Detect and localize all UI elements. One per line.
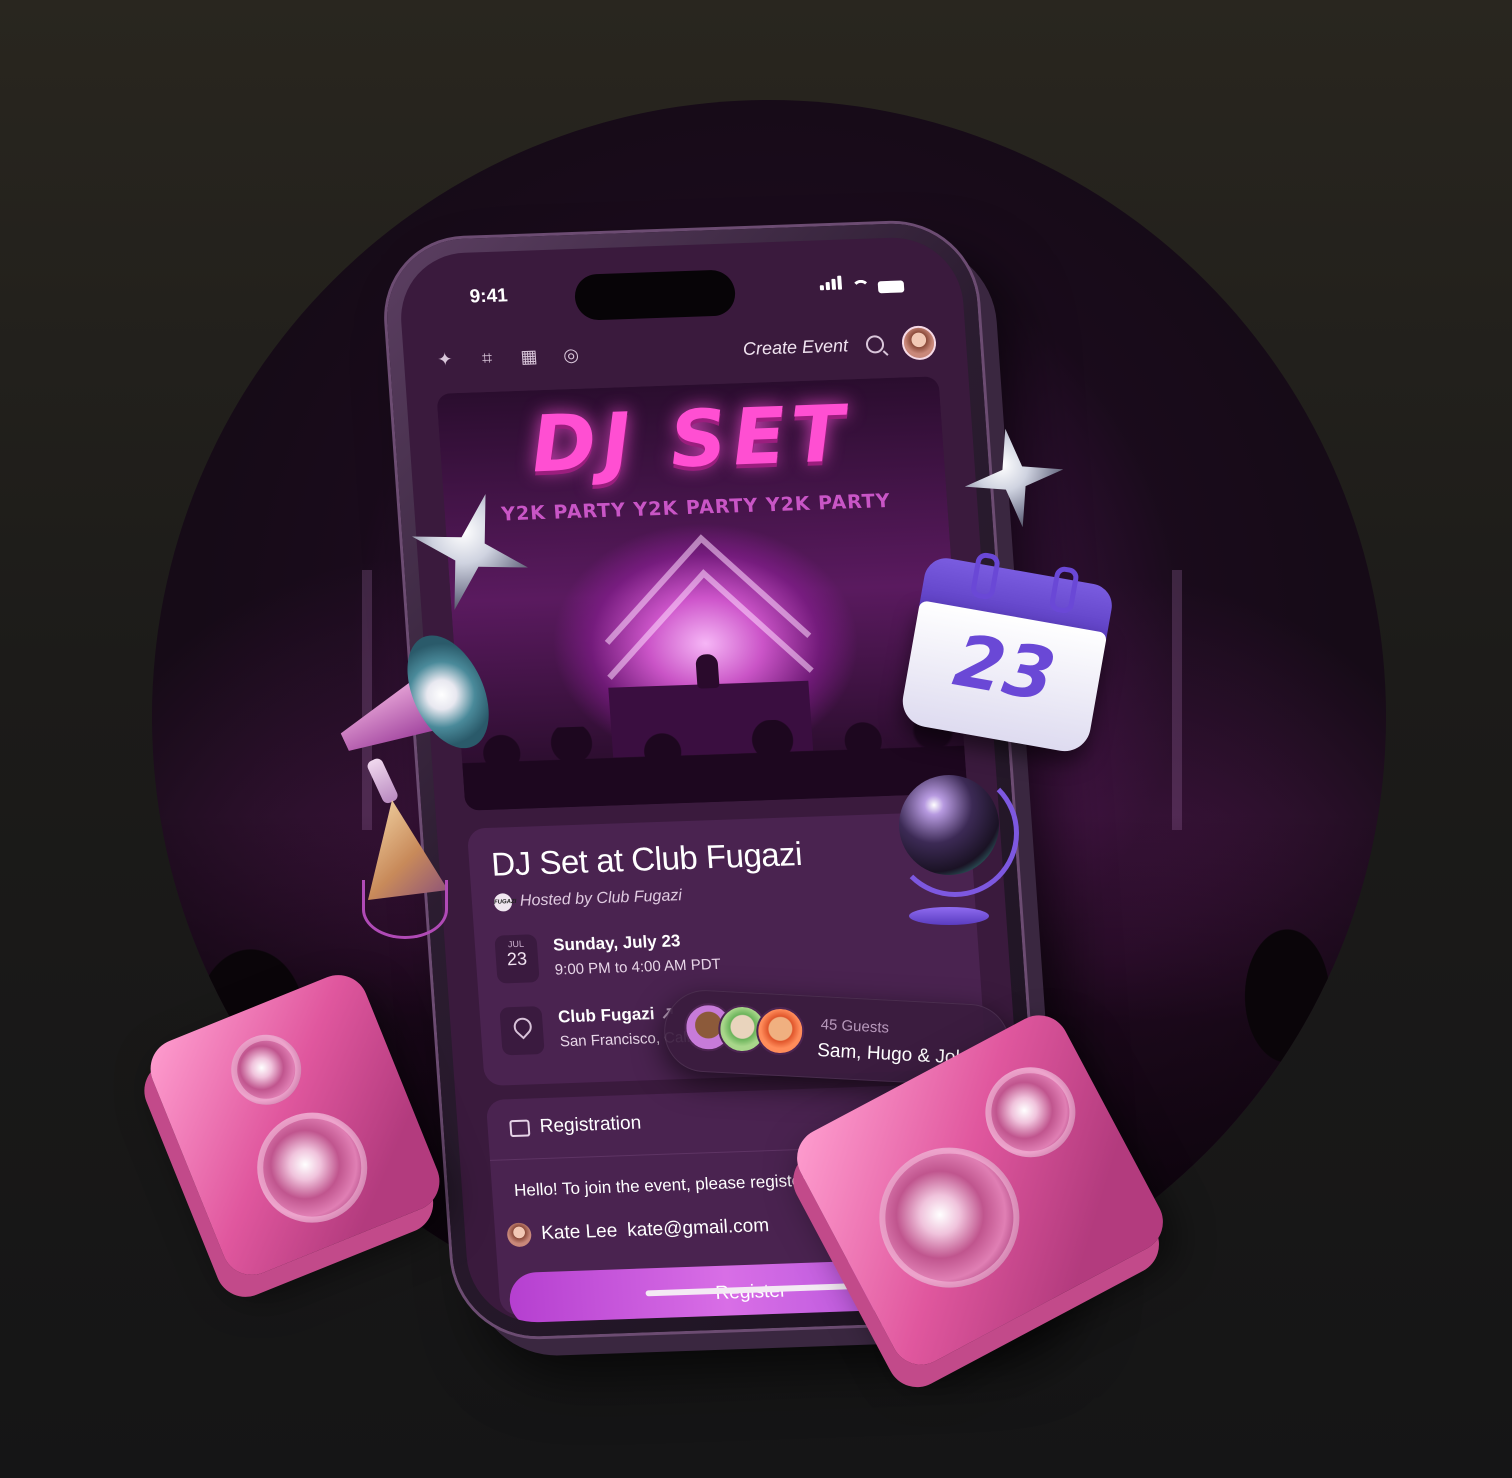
status-bar: 9:41 xyxy=(398,257,963,321)
calendar-3d-icon: 23 xyxy=(898,551,1116,756)
top-navigation: ✦ ⌗ ▦ ◎ Create Event xyxy=(433,324,938,377)
dj-silhouette xyxy=(695,653,720,689)
guest-count: 45 Guests xyxy=(820,1016,890,1037)
event-date-row[interactable]: JUL 23 Sunday, July 23 9:00 PM to 4:00 A… xyxy=(494,928,721,984)
location-pin-icon xyxy=(499,1006,545,1056)
poster-crowd xyxy=(459,713,968,811)
host-label: Hosted by Club Fugazi xyxy=(519,887,683,910)
event-poster: DJ SET Y2K PARTY Y2K PARTY Y2K PARTY xyxy=(436,376,968,811)
battery-icon xyxy=(877,280,905,294)
sparkle-icon[interactable]: ✦ xyxy=(433,349,456,371)
location-name: Club Fugazi xyxy=(557,1004,656,1027)
registration-header: Registration xyxy=(509,1113,642,1140)
date-badge: JUL 23 xyxy=(494,934,540,984)
user-email: kate@gmail.com xyxy=(626,1215,770,1242)
date-day: 23 xyxy=(506,948,528,970)
status-icons xyxy=(819,273,905,296)
event-host[interactable]: FUGAZI Hosted by Club Fugazi xyxy=(493,887,682,912)
stage-truss xyxy=(1172,570,1182,830)
search-icon[interactable] xyxy=(865,335,885,354)
event-time: 9:00 PM to 4:00 AM PDT xyxy=(554,955,722,979)
event-date: Sunday, July 23 xyxy=(552,931,682,955)
event-title: DJ Set at Club Fugazi xyxy=(490,835,804,883)
registrant-row: Kate Lee kate@gmail.com xyxy=(506,1214,770,1248)
promo-scene: 9:41 ✦ ⌗ ▦ ◎ Create Event DJ SET Y2K PAR… xyxy=(0,0,1512,1478)
user-name: Kate Lee xyxy=(540,1220,619,1245)
globe-icon xyxy=(891,769,1019,925)
signal-icon xyxy=(819,275,844,296)
poster-subtitle: Y2K PARTY Y2K PARTY Y2K PARTY xyxy=(500,489,892,526)
host-logo: FUGAZI xyxy=(493,893,517,912)
status-time: 9:41 xyxy=(468,285,509,308)
create-event-link[interactable]: Create Event xyxy=(742,335,849,360)
calendar-icon[interactable]: ▦ xyxy=(517,346,540,368)
user-avatar xyxy=(506,1222,533,1248)
date-month: JUL xyxy=(507,938,525,950)
party-hat-icon xyxy=(360,800,460,940)
dynamic-island xyxy=(573,269,737,321)
ticket-icon xyxy=(509,1118,531,1137)
registration-heading: Registration xyxy=(539,1112,642,1138)
profile-avatar[interactable] xyxy=(900,325,938,361)
guest-avatar xyxy=(755,1005,806,1057)
wifi-icon xyxy=(851,279,871,295)
compass-icon[interactable]: ◎ xyxy=(559,344,582,366)
ticket-icon[interactable]: ⌗ xyxy=(475,347,498,369)
poster-title: DJ SET xyxy=(528,389,855,491)
